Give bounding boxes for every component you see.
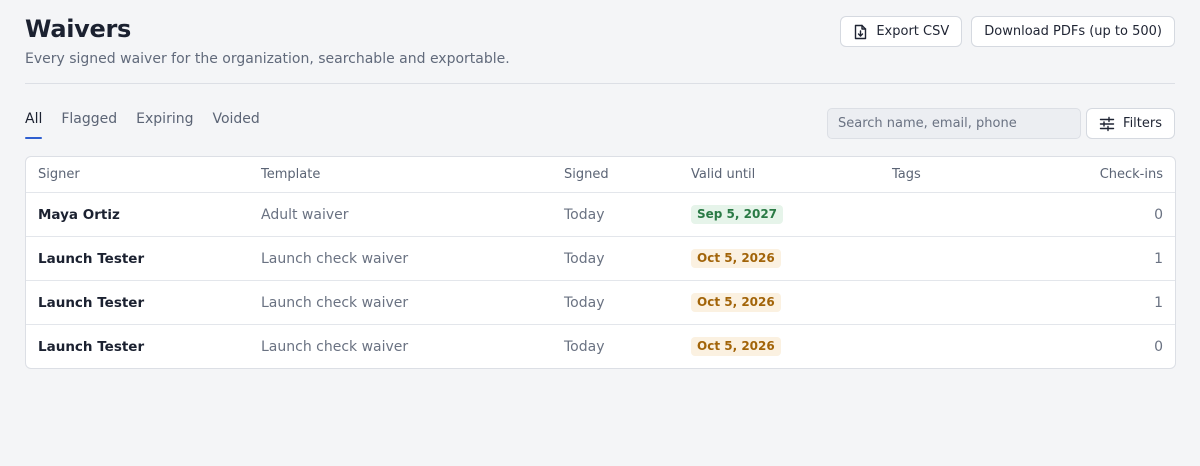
check-ins-count: 1 <box>1154 250 1163 267</box>
export-csv-button[interactable]: Export CSV <box>840 16 963 47</box>
filters-button[interactable]: Filters <box>1086 108 1175 139</box>
signed-date: Today <box>564 206 605 223</box>
signed-date: Today <box>564 294 605 311</box>
waivers-table: Signer Template Signed Valid until Tags … <box>25 156 1176 369</box>
valid-until-badge: Sep 5, 2027 <box>691 205 784 224</box>
column-header-valid-until: Valid until <box>691 167 756 182</box>
filters-label: Filters <box>1123 116 1162 131</box>
signer-name: Launch Tester <box>38 338 145 355</box>
table-row[interactable]: Maya Ortiz Adult waiver Today Sep 5, 202… <box>26 192 1175 236</box>
export-csv-label: Export CSV <box>876 24 950 39</box>
check-ins-count: 0 <box>1154 206 1163 223</box>
signed-date: Today <box>564 338 605 355</box>
signed-date: Today <box>564 250 605 267</box>
signer-name: Maya Ortiz <box>38 206 120 223</box>
tab-flagged[interactable]: Flagged <box>61 109 117 139</box>
template-name: Launch check waiver <box>261 250 409 267</box>
sliders-icon <box>1099 116 1115 132</box>
file-download-icon <box>853 24 868 40</box>
table-row[interactable]: Launch Tester Launch check waiver Today … <box>26 236 1175 280</box>
check-ins-count: 0 <box>1154 338 1163 355</box>
page-header: Waivers Every signed waiver for the orga… <box>25 14 510 68</box>
template-name: Launch check waiver <box>261 338 409 355</box>
table-row[interactable]: Launch Tester Launch check waiver Today … <box>26 280 1175 324</box>
signer-name: Launch Tester <box>38 250 145 267</box>
check-ins-count: 1 <box>1154 294 1163 311</box>
signer-name: Launch Tester <box>38 294 145 311</box>
page-title: Waivers <box>25 15 131 43</box>
search-input[interactable] <box>827 108 1081 139</box>
tab-expiring[interactable]: Expiring <box>136 109 193 139</box>
table-row[interactable]: Launch Tester Launch check waiver Today … <box>26 324 1175 368</box>
column-header-template: Template <box>261 167 321 182</box>
header-actions: Export CSV Download PDFs (up to 500) <box>840 16 1175 47</box>
valid-until-badge: Oct 5, 2026 <box>691 249 781 268</box>
column-header-signed: Signed <box>564 167 609 182</box>
table-header-row: Signer Template Signed Valid until Tags … <box>26 157 1175 192</box>
valid-until-badge: Oct 5, 2026 <box>691 337 781 356</box>
waivers-page: Waivers Every signed waiver for the orga… <box>0 0 1200 466</box>
column-header-tags: Tags <box>892 167 921 182</box>
column-header-check-ins: Check-ins <box>1099 167 1163 182</box>
tab-voided[interactable]: Voided <box>212 109 259 139</box>
download-pdfs-label: Download PDFs (up to 500) <box>984 24 1162 39</box>
valid-until-badge: Oct 5, 2026 <box>691 293 781 312</box>
template-name: Adult waiver <box>261 206 349 223</box>
column-header-signer: Signer <box>38 167 80 182</box>
template-name: Launch check waiver <box>261 294 409 311</box>
header-divider <box>25 83 1175 84</box>
download-pdfs-button[interactable]: Download PDFs (up to 500) <box>971 16 1175 47</box>
tab-all[interactable]: All <box>25 109 43 139</box>
waiver-tabs: All Flagged Expiring Voided <box>25 109 260 139</box>
page-subtitle: Every signed waiver for the organization… <box>25 51 510 67</box>
